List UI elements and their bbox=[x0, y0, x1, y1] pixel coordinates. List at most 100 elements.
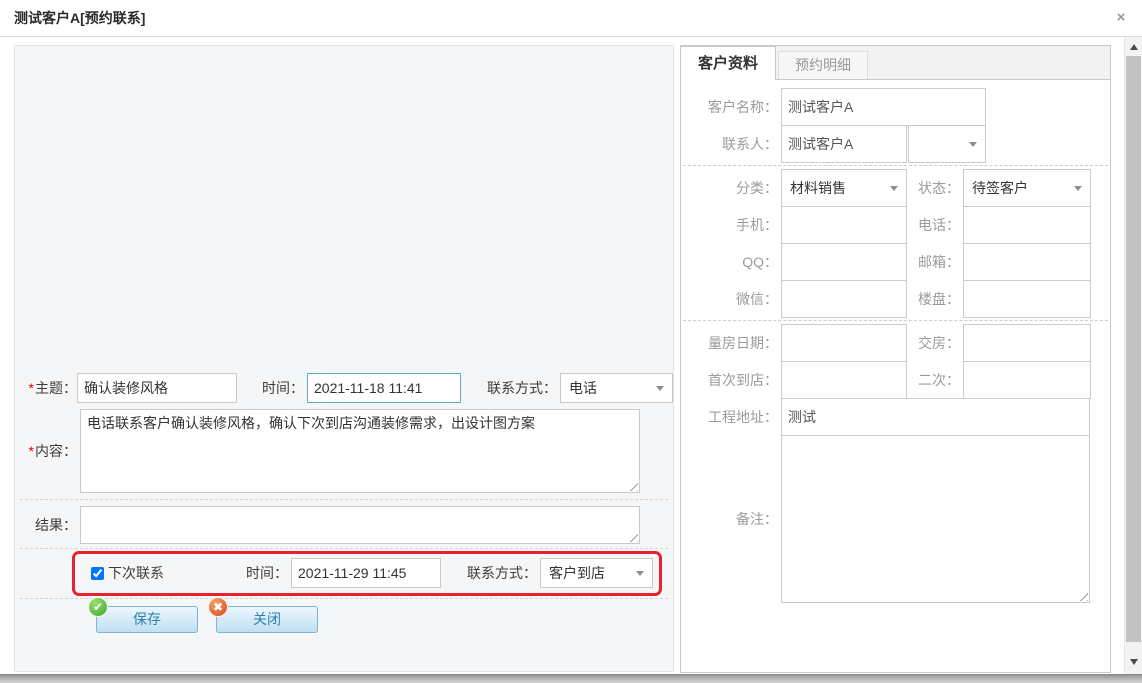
qq-input[interactable] bbox=[781, 243, 907, 281]
scroll-up-button[interactable] bbox=[1125, 39, 1142, 55]
wechat-input[interactable] bbox=[781, 280, 907, 318]
dashed-separator bbox=[20, 598, 668, 599]
contact-method-label: 联系方式： bbox=[471, 378, 557, 398]
category-select[interactable]: 材料销售 bbox=[781, 169, 907, 207]
remark-label: 备注： bbox=[681, 509, 781, 529]
mobile-input[interactable] bbox=[781, 206, 907, 244]
remark-textarea[interactable] bbox=[781, 435, 1090, 603]
save-button-label: 保存 bbox=[133, 611, 161, 627]
status-label: 状态： bbox=[907, 169, 963, 207]
tab-bar: 客户资料 预约明细 bbox=[681, 46, 1110, 80]
next-method-label: 联系方式： bbox=[451, 563, 537, 583]
phone-label: 电话： bbox=[907, 206, 963, 244]
chevron-down-icon bbox=[656, 386, 664, 391]
customer-fields: 客户名称： 联系人： 分类： 材料销售 状态： bbox=[681, 80, 1110, 603]
save-button[interactable]: ✔ 保存 bbox=[96, 606, 198, 633]
email-input[interactable] bbox=[963, 243, 1091, 281]
mobile-label: 手机： bbox=[681, 206, 781, 244]
qq-label: QQ： bbox=[681, 243, 781, 281]
vertical-scrollbar[interactable] bbox=[1124, 37, 1142, 674]
scroll-up-icon bbox=[1130, 44, 1138, 50]
required-mark: * bbox=[29, 380, 34, 396]
content-row: *内容： 电话联系客户确认装修风格，确认下次到店沟通装修需求，出设计图方案 bbox=[15, 408, 673, 494]
field-row-customer-name: 客户名称： bbox=[681, 88, 1110, 126]
address-label: 工程地址： bbox=[681, 398, 781, 436]
field-row-contact-person: 联系人： bbox=[681, 125, 1110, 163]
x-icon: ✖ bbox=[208, 597, 228, 617]
building-input[interactable] bbox=[963, 280, 1091, 318]
time-input[interactable] bbox=[307, 373, 461, 403]
chevron-down-icon bbox=[1074, 186, 1082, 191]
handover-label: 交房： bbox=[907, 324, 963, 362]
next-contact-row: 下次联系 时间： 联系方式： 客户到店 bbox=[15, 557, 673, 589]
tab-appointment-detail[interactable]: 预约明细 bbox=[778, 51, 868, 79]
close-button[interactable]: ✖ 关闭 bbox=[216, 606, 318, 633]
building-label: 楼盘： bbox=[907, 280, 963, 318]
field-row-first-second-visit: 首次到店： 二次： bbox=[681, 361, 1110, 399]
measure-date-label: 量房日期： bbox=[681, 324, 781, 362]
field-row-remark: 备注： bbox=[681, 435, 1110, 603]
subject-label: *主题： bbox=[15, 378, 77, 398]
next-contact-checkbox[interactable] bbox=[91, 567, 104, 580]
customer-name-input[interactable] bbox=[781, 88, 986, 126]
measure-date-input[interactable] bbox=[781, 324, 907, 362]
next-time-input[interactable] bbox=[291, 558, 441, 588]
next-contact-label: 下次联系 bbox=[108, 563, 174, 583]
category-value: 材料销售 bbox=[790, 178, 846, 198]
result-row: 结果： bbox=[15, 505, 673, 545]
status-select[interactable]: 待签客户 bbox=[963, 169, 1091, 207]
field-row-category-status: 分类： 材料销售 状态： 待签客户 bbox=[681, 169, 1110, 207]
field-row-mobile-phone: 手机： 电话： bbox=[681, 206, 1110, 244]
next-time-label: 时间： bbox=[232, 563, 288, 583]
phone-input[interactable] bbox=[963, 206, 1091, 244]
status-value: 待签客户 bbox=[972, 178, 1028, 198]
chevron-down-icon bbox=[969, 142, 977, 147]
tab-customer-info[interactable]: 客户资料 bbox=[680, 46, 776, 80]
dashed-separator bbox=[20, 548, 668, 549]
scroll-down-button[interactable] bbox=[1125, 654, 1142, 670]
address-input[interactable] bbox=[781, 398, 1090, 436]
subject-row: *主题： 时间： 联系方式： 电话 bbox=[15, 372, 673, 404]
customer-name-label: 客户名称： bbox=[681, 88, 781, 126]
contact-person-select[interactable] bbox=[908, 125, 986, 163]
appointment-contact-dialog: 测试客户A[预约联系] × *主题： 时间： 联系方式： 电话 *内容： 电话联… bbox=[0, 0, 1142, 683]
first-visit-input[interactable] bbox=[781, 361, 907, 399]
dashed-separator bbox=[20, 499, 668, 500]
field-row-measure-handover: 量房日期： 交房： bbox=[681, 324, 1110, 362]
bottom-scrollbar-track[interactable] bbox=[0, 674, 1142, 683]
contact-person-label: 联系人： bbox=[681, 125, 781, 163]
email-label: 邮箱： bbox=[907, 243, 963, 281]
second-visit-label: 二次： bbox=[907, 361, 963, 399]
handover-input[interactable] bbox=[963, 324, 1091, 362]
wechat-label: 微信： bbox=[681, 280, 781, 318]
result-textarea[interactable] bbox=[80, 506, 640, 544]
customer-info-panel: 客户资料 预约明细 客户名称： 联系人： 分类： 材料销售 bbox=[680, 45, 1111, 673]
scrollbar-thumb[interactable] bbox=[1126, 56, 1141, 642]
chevron-down-icon bbox=[890, 186, 898, 191]
contact-method-select[interactable]: 电话 bbox=[560, 373, 673, 403]
dialog-titlebar: 测试客户A[预约联系] × bbox=[0, 0, 1142, 37]
content-label: *内容： bbox=[15, 441, 77, 461]
result-label: 结果： bbox=[15, 515, 77, 535]
content-textarea[interactable]: 电话联系客户确认装修风格，确认下次到店沟通装修需求，出设计图方案 bbox=[80, 409, 640, 493]
subject-input[interactable] bbox=[77, 373, 237, 403]
buttons-row: ✔ 保存 ✖ 关闭 bbox=[15, 604, 673, 634]
next-method-value: 客户到店 bbox=[549, 563, 605, 583]
contact-form-panel: *主题： 时间： 联系方式： 电话 *内容： 电话联系客户确认装修风格，确认下次… bbox=[14, 45, 674, 672]
chevron-down-icon bbox=[636, 571, 644, 576]
dialog-close-icon[interactable]: × bbox=[1112, 9, 1130, 27]
required-mark: * bbox=[29, 443, 34, 459]
first-visit-label: 首次到店： bbox=[681, 361, 781, 399]
time-label: 时间： bbox=[248, 378, 304, 398]
next-method-select[interactable]: 客户到店 bbox=[540, 558, 653, 588]
close-button-label: 关闭 bbox=[253, 611, 281, 627]
second-visit-input[interactable] bbox=[963, 361, 1091, 399]
category-label: 分类： bbox=[681, 169, 781, 207]
field-row-address: 工程地址： bbox=[681, 398, 1110, 436]
contact-method-value: 电话 bbox=[569, 378, 597, 398]
contact-person-input[interactable] bbox=[781, 125, 907, 163]
dialog-title: 测试客户A[预约联系] bbox=[14, 0, 145, 37]
dashed-separator bbox=[683, 165, 1108, 166]
dashed-separator bbox=[683, 320, 1108, 321]
field-row-qq-email: QQ： 邮箱： bbox=[681, 243, 1110, 281]
